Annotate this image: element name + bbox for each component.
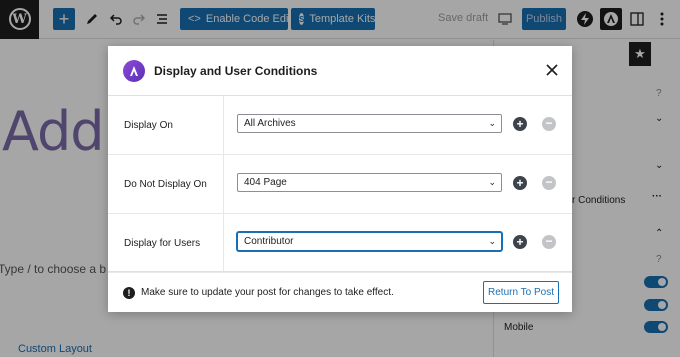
do-not-display-on-select[interactable]: 404 Page ⌄ bbox=[237, 173, 502, 192]
row-divider bbox=[223, 214, 224, 272]
modal-footer: ! Make sure to update your post for chan… bbox=[108, 271, 572, 312]
row-divider bbox=[223, 155, 224, 213]
do-not-display-on-value: 404 Page bbox=[244, 177, 287, 188]
display-for-users-select[interactable]: Contributor ⌄ bbox=[237, 232, 502, 251]
return-to-post-button[interactable]: Return To Post bbox=[483, 281, 559, 304]
condition-row-display-on: Display On All Archives ⌄ + − bbox=[108, 96, 572, 155]
display-for-users-label: Display for Users bbox=[124, 238, 201, 249]
display-for-users-value: Contributor bbox=[244, 236, 294, 247]
display-on-label: Display On bbox=[124, 120, 173, 131]
astra-logo-icon bbox=[123, 60, 145, 82]
condition-row-do-not-display-on: Do Not Display On 404 Page ⌄ + − bbox=[108, 155, 572, 214]
remove-condition-button[interactable]: − bbox=[542, 235, 556, 249]
add-condition-button[interactable]: + bbox=[513, 117, 527, 131]
conditions-modal: Display and User Conditions Display On A… bbox=[108, 46, 572, 312]
modal-header: Display and User Conditions bbox=[108, 46, 572, 96]
modal-title: Display and User Conditions bbox=[154, 64, 318, 78]
chevron-down-icon: ⌄ bbox=[488, 118, 496, 128]
update-notice: Make sure to update your post for change… bbox=[141, 287, 394, 298]
remove-condition-button[interactable]: − bbox=[542, 176, 556, 190]
condition-row-display-for-users: Display for Users Contributor ⌄ + − bbox=[108, 214, 572, 273]
add-condition-button[interactable]: + bbox=[513, 235, 527, 249]
chevron-down-icon: ⌄ bbox=[488, 177, 496, 187]
do-not-display-on-label: Do Not Display On bbox=[124, 179, 207, 190]
display-on-value: All Archives bbox=[244, 118, 296, 129]
chevron-down-icon: ⌄ bbox=[488, 236, 496, 246]
add-condition-button[interactable]: + bbox=[513, 176, 527, 190]
conditions-list: Display On All Archives ⌄ + − Do Not Dis… bbox=[108, 96, 572, 273]
row-divider bbox=[223, 96, 224, 154]
close-icon[interactable] bbox=[542, 60, 562, 80]
warning-icon: ! bbox=[123, 287, 135, 299]
display-on-select[interactable]: All Archives ⌄ bbox=[237, 114, 502, 133]
remove-condition-button[interactable]: − bbox=[542, 117, 556, 131]
